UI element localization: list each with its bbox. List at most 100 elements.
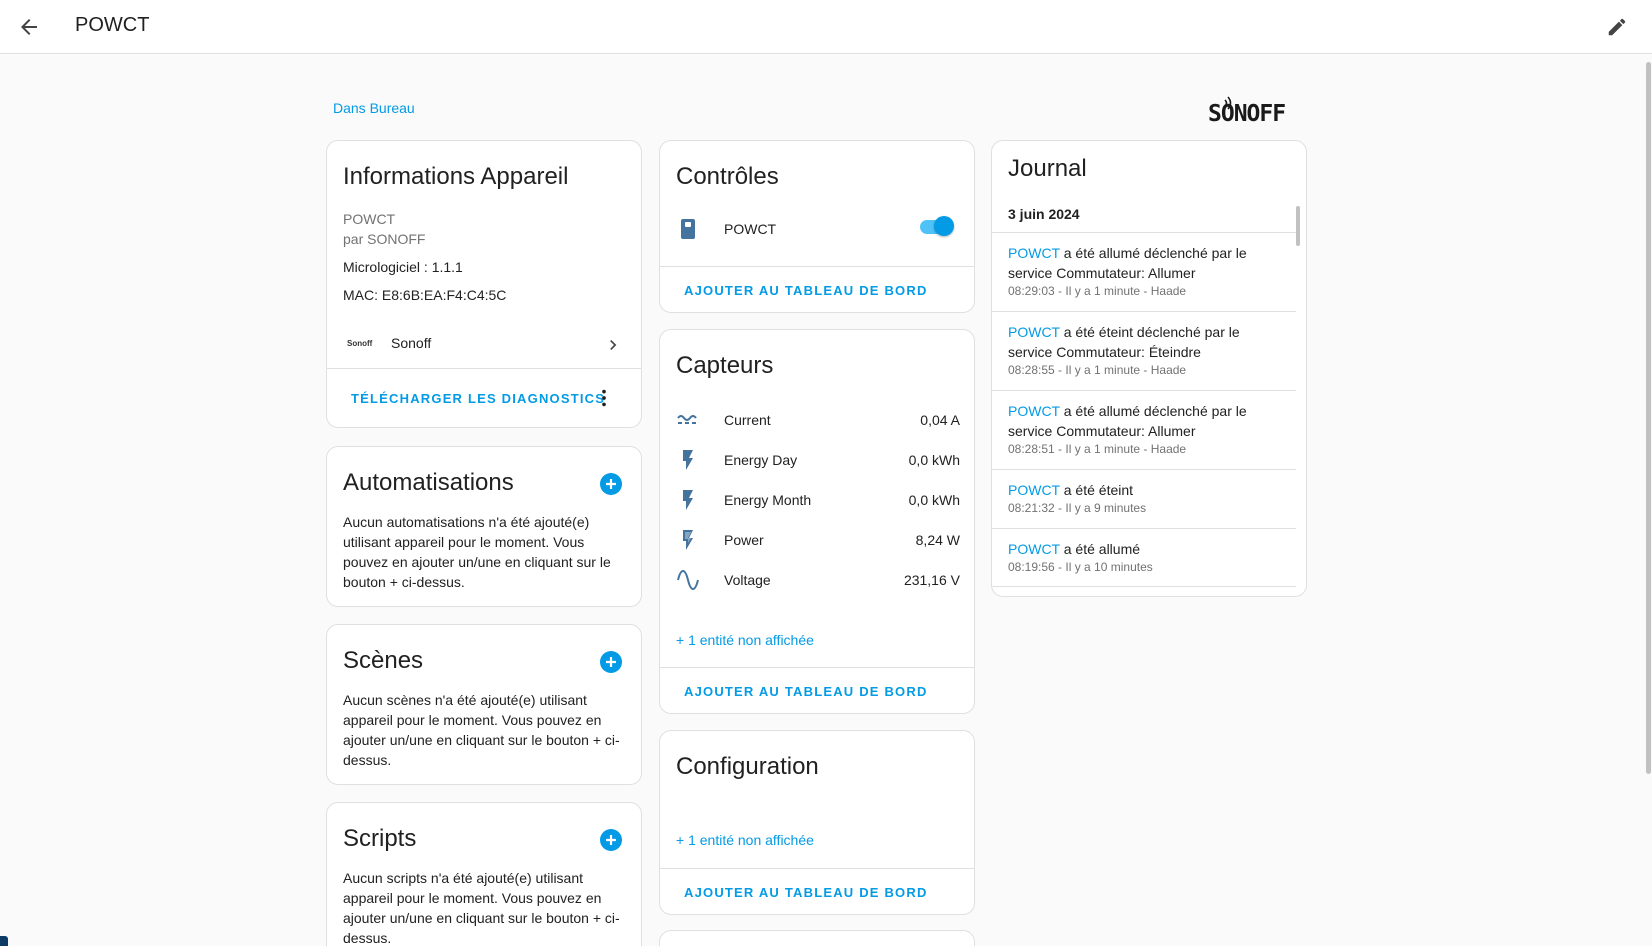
powct-toggle[interactable] bbox=[918, 216, 954, 236]
flash-outline-icon bbox=[676, 528, 700, 552]
firmware-version: Micrologiciel : 1.1.1 bbox=[343, 259, 463, 275]
sonoff-integration-logo: Sonoff bbox=[347, 339, 373, 348]
sensor-value: 0,0 kWh bbox=[908, 452, 960, 468]
switch-icon[interactable] bbox=[676, 217, 700, 241]
log-meta: 08:19:56 - Il y a 10 minutes bbox=[1008, 560, 1153, 574]
integration-name: Sonoff bbox=[391, 335, 432, 351]
card-title: Scènes bbox=[343, 647, 424, 674]
sensor-row[interactable]: Current 0,04 A bbox=[660, 402, 974, 438]
hidden-entities-link[interactable]: + 1 entité non affichée bbox=[676, 832, 814, 848]
sonoff-logo: SONOFF bbox=[1208, 94, 1310, 129]
hidden-entities-link[interactable]: + 1 entité non affichée bbox=[676, 632, 814, 648]
controls-card: Contrôles POWCT AJOUTER AU TABLEAU DE BO… bbox=[659, 140, 975, 313]
log-entity-link[interactable]: POWCT bbox=[1008, 324, 1060, 340]
back-button[interactable] bbox=[12, 10, 46, 44]
chevron-right-icon bbox=[610, 340, 617, 350]
configuration-card: Configuration + 1 entité non affichée AJ… bbox=[659, 730, 975, 915]
sensor-row[interactable]: Energy Month 0,0 kWh bbox=[660, 482, 974, 518]
log-meta: 08:21:32 - Il y a 9 minutes bbox=[1008, 501, 1147, 515]
arrow-left-icon bbox=[21, 19, 37, 35]
journal-scrollbar[interactable] bbox=[1295, 203, 1301, 577]
edit-button[interactable] bbox=[1600, 10, 1634, 44]
log-entity-link[interactable]: POWCT bbox=[1008, 245, 1060, 261]
sensor-value: 0,04 A bbox=[920, 412, 960, 428]
log-entry: POWCT a été allumé 08:19:56 - Il y a 10 … bbox=[992, 528, 1296, 587]
more-vertical-icon[interactable] bbox=[593, 387, 615, 409]
automations-card: Automatisations Aucun automatisations n'… bbox=[326, 446, 642, 607]
add-automation-button[interactable] bbox=[600, 473, 622, 495]
sensor-row[interactable]: Power 8,24 W bbox=[660, 522, 974, 558]
scenes-card: Scènes Aucun scènes n'a été ajouté(e) ut… bbox=[326, 624, 642, 785]
card-title: Automatisations bbox=[343, 469, 514, 496]
flash-icon bbox=[676, 488, 700, 512]
card-actions: AJOUTER AU TABLEAU DE BORD bbox=[660, 667, 974, 713]
journal-scrollbar-thumb[interactable] bbox=[1296, 206, 1300, 246]
log-text: a été éteint bbox=[1059, 482, 1134, 498]
log-meta: 08:29:03 - Il y a 1 minute - Haade bbox=[1008, 284, 1187, 298]
log-entry: POWCT a été allumé déclenché par le serv… bbox=[992, 232, 1296, 311]
log-message: POWCT a été allumé déclenché par le serv… bbox=[1008, 401, 1280, 441]
area-link[interactable]: Dans Bureau bbox=[333, 100, 415, 116]
next-card bbox=[659, 930, 975, 946]
sensors-card: Capteurs Current 0,04 A Energy Day 0,0 k… bbox=[659, 329, 975, 714]
card-actions: AJOUTER AU TABLEAU DE BORD bbox=[660, 266, 974, 312]
svg-text:SONOFF: SONOFF bbox=[1208, 101, 1285, 124]
sensor-row[interactable]: Energy Day 0,0 kWh bbox=[660, 442, 974, 478]
sensor-name: Power bbox=[724, 532, 764, 548]
card-title: Scripts bbox=[343, 825, 417, 852]
card-title: Configuration bbox=[676, 753, 819, 780]
device-manufacturer: par SONOFF bbox=[343, 231, 426, 247]
card-title: Capteurs bbox=[676, 352, 774, 379]
device-info-card: Informations Appareil POWCT par SONOFF M… bbox=[326, 140, 642, 428]
card-title: Journal bbox=[1008, 155, 1087, 182]
scripts-empty-text: Aucun scripts n'a été ajouté(e) utilisan… bbox=[343, 870, 620, 946]
log-entry: POWCT a été éteint déclenché par le serv… bbox=[992, 311, 1296, 390]
sensor-value: 8,24 W bbox=[915, 532, 960, 548]
card-actions: TÉLÉCHARGER LES DIAGNOSTICS bbox=[327, 368, 641, 427]
log-entry: POWCT a été éteint 08:21:32 - Il y a 9 m… bbox=[992, 469, 1296, 528]
download-diagnostics-button[interactable]: TÉLÉCHARGER LES DIAGNOSTICS bbox=[351, 391, 605, 406]
sensor-name: Energy Month bbox=[724, 492, 812, 508]
top-app-bar: POWCT bbox=[0, 0, 1652, 54]
log-message: POWCT a été éteint déclenché par le serv… bbox=[1008, 322, 1280, 362]
toggle-knob bbox=[934, 216, 954, 236]
page-scrollbar-thumb[interactable] bbox=[1646, 62, 1651, 774]
card-title: Contrôles bbox=[676, 163, 779, 190]
card-title: Informations Appareil bbox=[343, 163, 569, 190]
log-message: POWCT a été allumé bbox=[1008, 539, 1280, 559]
add-script-button[interactable] bbox=[600, 829, 622, 851]
log-message: POWCT a été allumé déclenché par le serv… bbox=[1008, 243, 1280, 283]
add-scene-button[interactable] bbox=[600, 651, 622, 673]
current-ac-icon bbox=[676, 408, 700, 432]
pencil-icon bbox=[1608, 18, 1626, 36]
sensor-name: Energy Day bbox=[724, 452, 798, 468]
integration-row[interactable]: Sonoff Sonoff bbox=[327, 327, 641, 363]
add-to-dashboard-button[interactable]: AJOUTER AU TABLEAU DE BORD bbox=[684, 684, 928, 699]
scenes-empty-text: Aucun scènes n'a été ajouté(e) utilisant… bbox=[343, 692, 620, 768]
add-to-dashboard-button[interactable]: AJOUTER AU TABLEAU DE BORD bbox=[684, 283, 928, 298]
sensor-value: 231,16 V bbox=[903, 572, 960, 588]
scripts-card: Scripts Aucun scripts n'a été ajouté(e) … bbox=[326, 802, 642, 946]
switch-entity-name[interactable]: POWCT bbox=[724, 221, 776, 237]
card-actions: AJOUTER AU TABLEAU DE BORD bbox=[660, 868, 974, 914]
page-title: POWCT bbox=[75, 14, 150, 36]
sensor-row[interactable]: Voltage 231,16 V bbox=[660, 562, 974, 598]
log-date-header: 3 juin 2024 bbox=[1008, 206, 1080, 222]
journal-card: Journal 3 juin 2024 POWCT a été allumé d… bbox=[991, 140, 1307, 597]
automations-empty-text: Aucun automatisations n'a été ajouté(e) … bbox=[343, 514, 611, 590]
plus-icon bbox=[606, 657, 616, 667]
add-to-dashboard-button[interactable]: AJOUTER AU TABLEAU DE BORD bbox=[684, 885, 928, 900]
corner-indicator bbox=[0, 936, 8, 946]
plus-icon bbox=[606, 479, 616, 489]
log-entity-link[interactable]: POWCT bbox=[1008, 403, 1060, 419]
flash-icon bbox=[676, 448, 700, 472]
log-entity-link[interactable]: POWCT bbox=[1008, 482, 1060, 498]
plus-icon bbox=[606, 835, 616, 845]
device-model: POWCT bbox=[343, 211, 396, 227]
sensor-name: Current bbox=[724, 412, 771, 428]
mac-address: MAC: E8:6B:EA:F4:C4:5C bbox=[343, 287, 507, 303]
log-meta: 08:28:51 - Il y a 1 minute - Haade bbox=[1008, 442, 1187, 456]
log-entity-link[interactable]: POWCT bbox=[1008, 541, 1060, 557]
sensor-name: Voltage bbox=[724, 572, 771, 588]
sine-wave-icon bbox=[676, 568, 700, 592]
